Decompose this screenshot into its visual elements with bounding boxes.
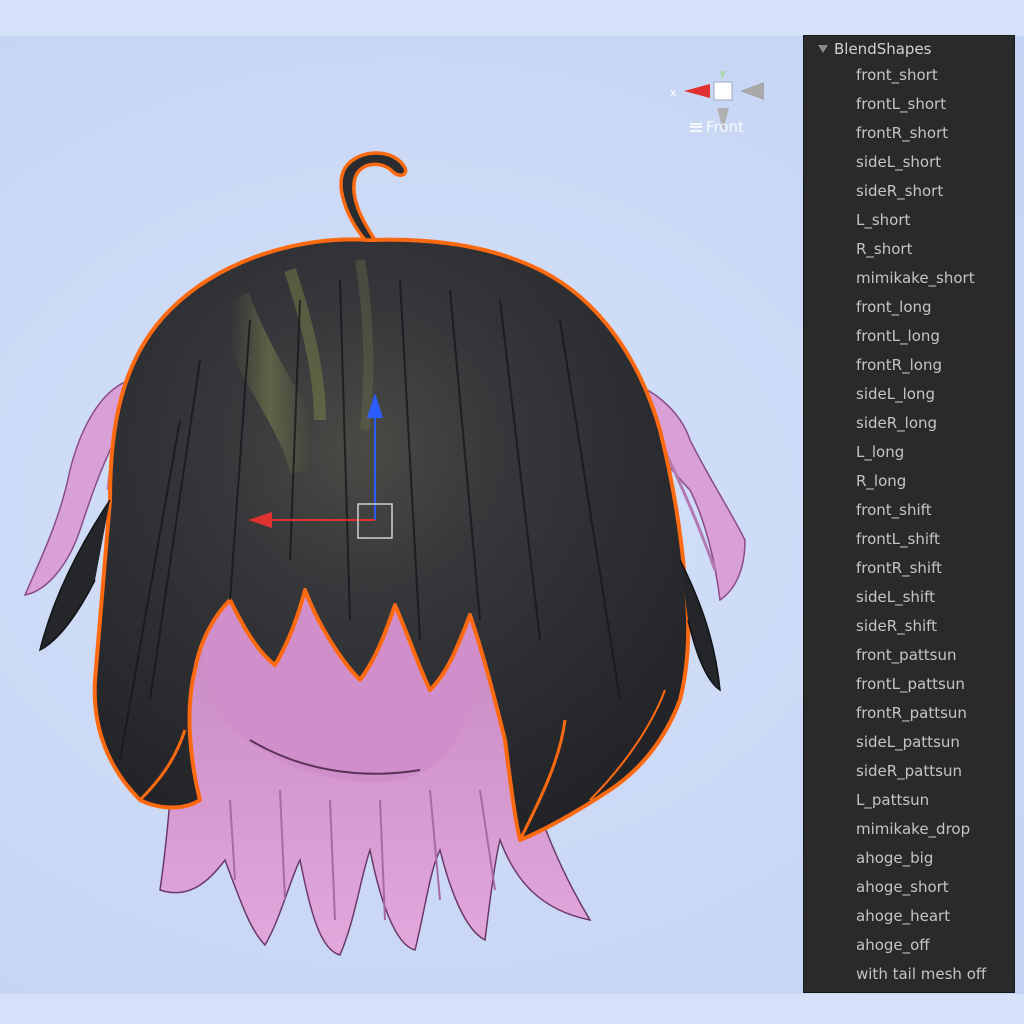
blendshapes-foldout[interactable]: BlendShapes (804, 36, 1014, 61)
gizmo-y-label: y (720, 69, 726, 79)
blendshape-item[interactable]: front_shift (804, 496, 1014, 525)
blendshape-item[interactable]: sideL_long (804, 380, 1014, 409)
blendshape-item[interactable]: L_pattsun (804, 786, 1014, 815)
gizmo-x-cone[interactable] (684, 84, 710, 98)
blendshape-item[interactable]: front_pattsun (804, 641, 1014, 670)
blendshape-item[interactable]: mimikake_short (804, 264, 1014, 293)
bottom-band (0, 994, 1024, 1024)
blendshape-item[interactable]: sideR_short (804, 177, 1014, 206)
view-mode-label[interactable]: Front (690, 118, 744, 136)
blendshape-item[interactable]: sideR_long (804, 409, 1014, 438)
blendshape-item[interactable]: frontR_shift (804, 554, 1014, 583)
blendshape-item[interactable]: sideL_pattsun (804, 728, 1014, 757)
blendshape-item[interactable]: R_long (804, 467, 1014, 496)
top-band (0, 0, 1024, 36)
ahoge (339, 151, 408, 242)
blendshapes-panel: BlendShapes front_short frontL_short front… (803, 35, 1015, 993)
blendshape-item[interactable]: ahoge_heart (804, 902, 1014, 931)
blendshape-item[interactable]: sideR_pattsun (804, 757, 1014, 786)
blendshape-item[interactable]: sideR_shift (804, 612, 1014, 641)
blendshape-item[interactable]: frontR_long (804, 351, 1014, 380)
blendshape-item[interactable]: sideL_shift (804, 583, 1014, 612)
blendshape-item[interactable]: sideL_short (804, 148, 1014, 177)
blendshape-item[interactable]: frontR_short (804, 119, 1014, 148)
blendshape-item[interactable]: front_short (804, 61, 1014, 90)
blendshape-item[interactable]: frontL_shift (804, 525, 1014, 554)
blendshape-item[interactable]: front_long (804, 293, 1014, 322)
blendshape-item[interactable]: frontL_long (804, 322, 1014, 351)
gizmo-x-label: x (670, 86, 677, 99)
gizmo-neg-x-cone[interactable] (740, 82, 764, 100)
blendshape-item[interactable]: with tail mesh off (804, 960, 1014, 989)
blendshape-item[interactable]: L_long (804, 438, 1014, 467)
hamburger-icon (690, 122, 702, 132)
blendshape-item[interactable]: frontL_short (804, 90, 1014, 119)
blendshape-item[interactable]: ahoge_off (804, 931, 1014, 960)
blendshape-item[interactable]: ahoge_big (804, 844, 1014, 873)
blendshapes-header: BlendShapes (834, 39, 932, 58)
gizmo-center-cube[interactable] (713, 81, 733, 101)
blendshape-item[interactable]: mimikake_drop (804, 815, 1014, 844)
blendshape-item[interactable]: ahoge_short (804, 873, 1014, 902)
blendshape-item[interactable]: L_short (804, 206, 1014, 235)
blendshape-item[interactable]: frontR_pattsun (804, 699, 1014, 728)
blendshape-item[interactable]: R_short (804, 235, 1014, 264)
hair-model[interactable] (0, 36, 800, 994)
blendshape-list: front_short frontL_short frontR_short sideL… (804, 61, 1014, 989)
blendshape-item[interactable]: frontL_pattsun (804, 670, 1014, 699)
triangle-down-icon (818, 44, 828, 53)
view-mode-text: Front (706, 118, 744, 136)
